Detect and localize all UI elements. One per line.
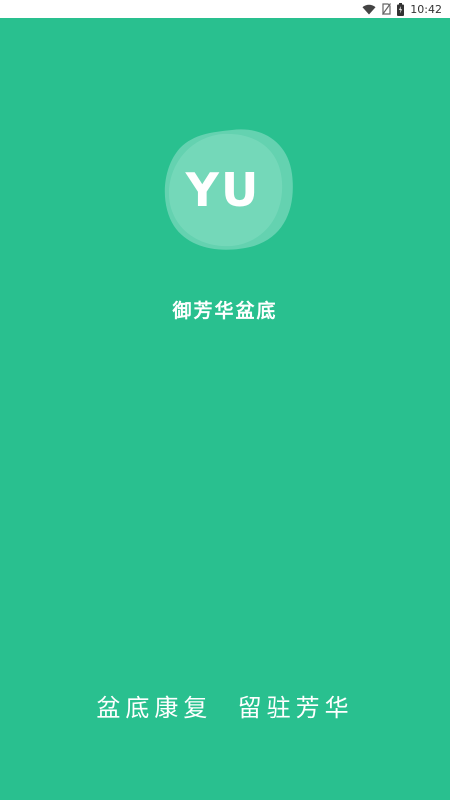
logo-text: YU bbox=[185, 163, 261, 217]
battery-icon bbox=[397, 2, 405, 16]
splash-screen: 10:42 YU 御芳华盆底 盆底康复 留驻芳华 bbox=[0, 0, 450, 800]
status-bar: 10:42 bbox=[0, 0, 450, 18]
no-sim-icon bbox=[382, 3, 392, 15]
status-time: 10:42 bbox=[410, 2, 442, 16]
wifi-icon bbox=[362, 4, 376, 15]
slogan-text: 盆底康复 留驻芳华 bbox=[96, 694, 354, 722]
app-logo: YU bbox=[162, 128, 298, 252]
app-name: 御芳华盆底 bbox=[172, 300, 278, 322]
